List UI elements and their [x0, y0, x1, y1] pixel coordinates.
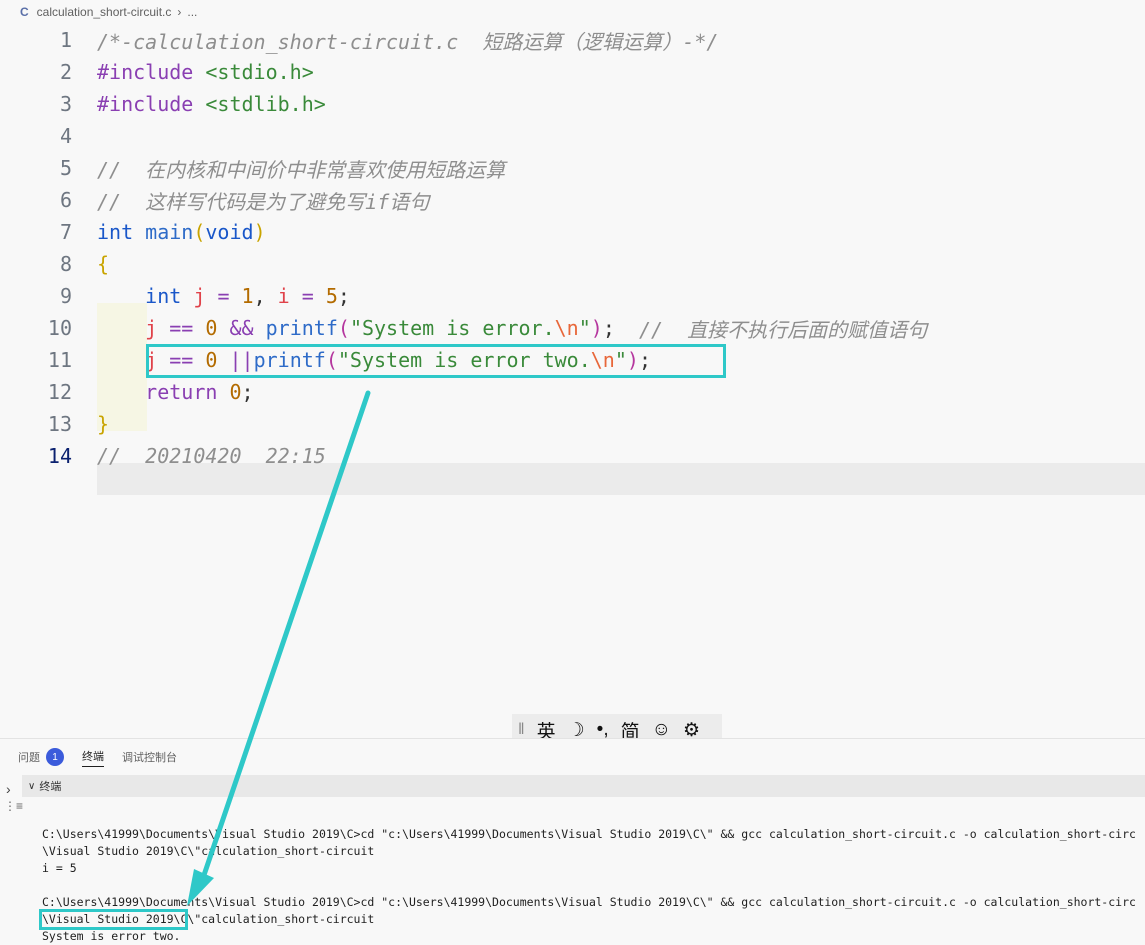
- annotation-arrow-shaft: [200, 390, 371, 881]
- annotation-arrow: [187, 390, 371, 906]
- annotation-arrow-head: [187, 869, 214, 906]
